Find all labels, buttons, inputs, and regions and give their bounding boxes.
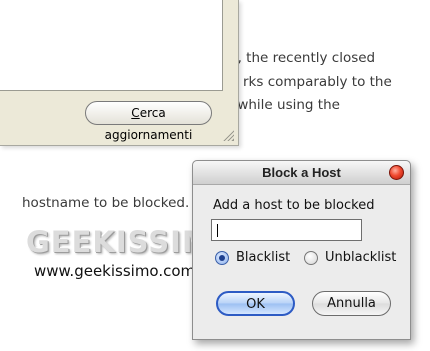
article-text-line: p, the recently closed	[229, 50, 376, 66]
block-host-dialog: Block a Host Add a host to be blocked Bl…	[192, 160, 411, 340]
check-updates-button[interactable]: Cerca aggiornamenti	[85, 101, 212, 142]
blacklist-radio-option[interactable]: Blacklist	[215, 250, 290, 265]
article-text-line: s while using the	[226, 97, 340, 113]
update-panel-window: Cerca aggiornamenti	[0, 0, 239, 146]
blacklist-label: Blacklist	[236, 250, 291, 265]
update-list-box[interactable]	[0, 0, 223, 91]
host-input[interactable]	[211, 219, 362, 241]
check-updates-label: erca aggiornamenti	[104, 106, 193, 142]
blacklist-radio[interactable]	[215, 250, 229, 265]
cancel-button[interactable]: Annulla	[312, 291, 391, 316]
resize-grip-icon[interactable]	[222, 129, 234, 141]
unblacklist-radio[interactable]	[304, 250, 318, 265]
close-icon[interactable]	[389, 165, 404, 180]
unblacklist-radio-option[interactable]: Unblacklist	[304, 250, 396, 265]
watermark-url: www.geekissimo.com	[34, 262, 196, 280]
check-updates-access-key: C	[131, 106, 140, 120]
unblacklist-label: Unblacklist	[325, 250, 397, 265]
host-prompt-label: Add a host to be blocked	[213, 198, 375, 213]
article-text-line: hostname to be blocked.	[22, 195, 190, 211]
dialog-titlebar[interactable]: Block a Host	[193, 161, 410, 185]
dialog-title: Block a Host	[262, 165, 341, 180]
article-text-line: rks comparably to the	[243, 74, 392, 90]
text-caret	[217, 224, 218, 237]
ok-button[interactable]: OK	[216, 291, 295, 316]
